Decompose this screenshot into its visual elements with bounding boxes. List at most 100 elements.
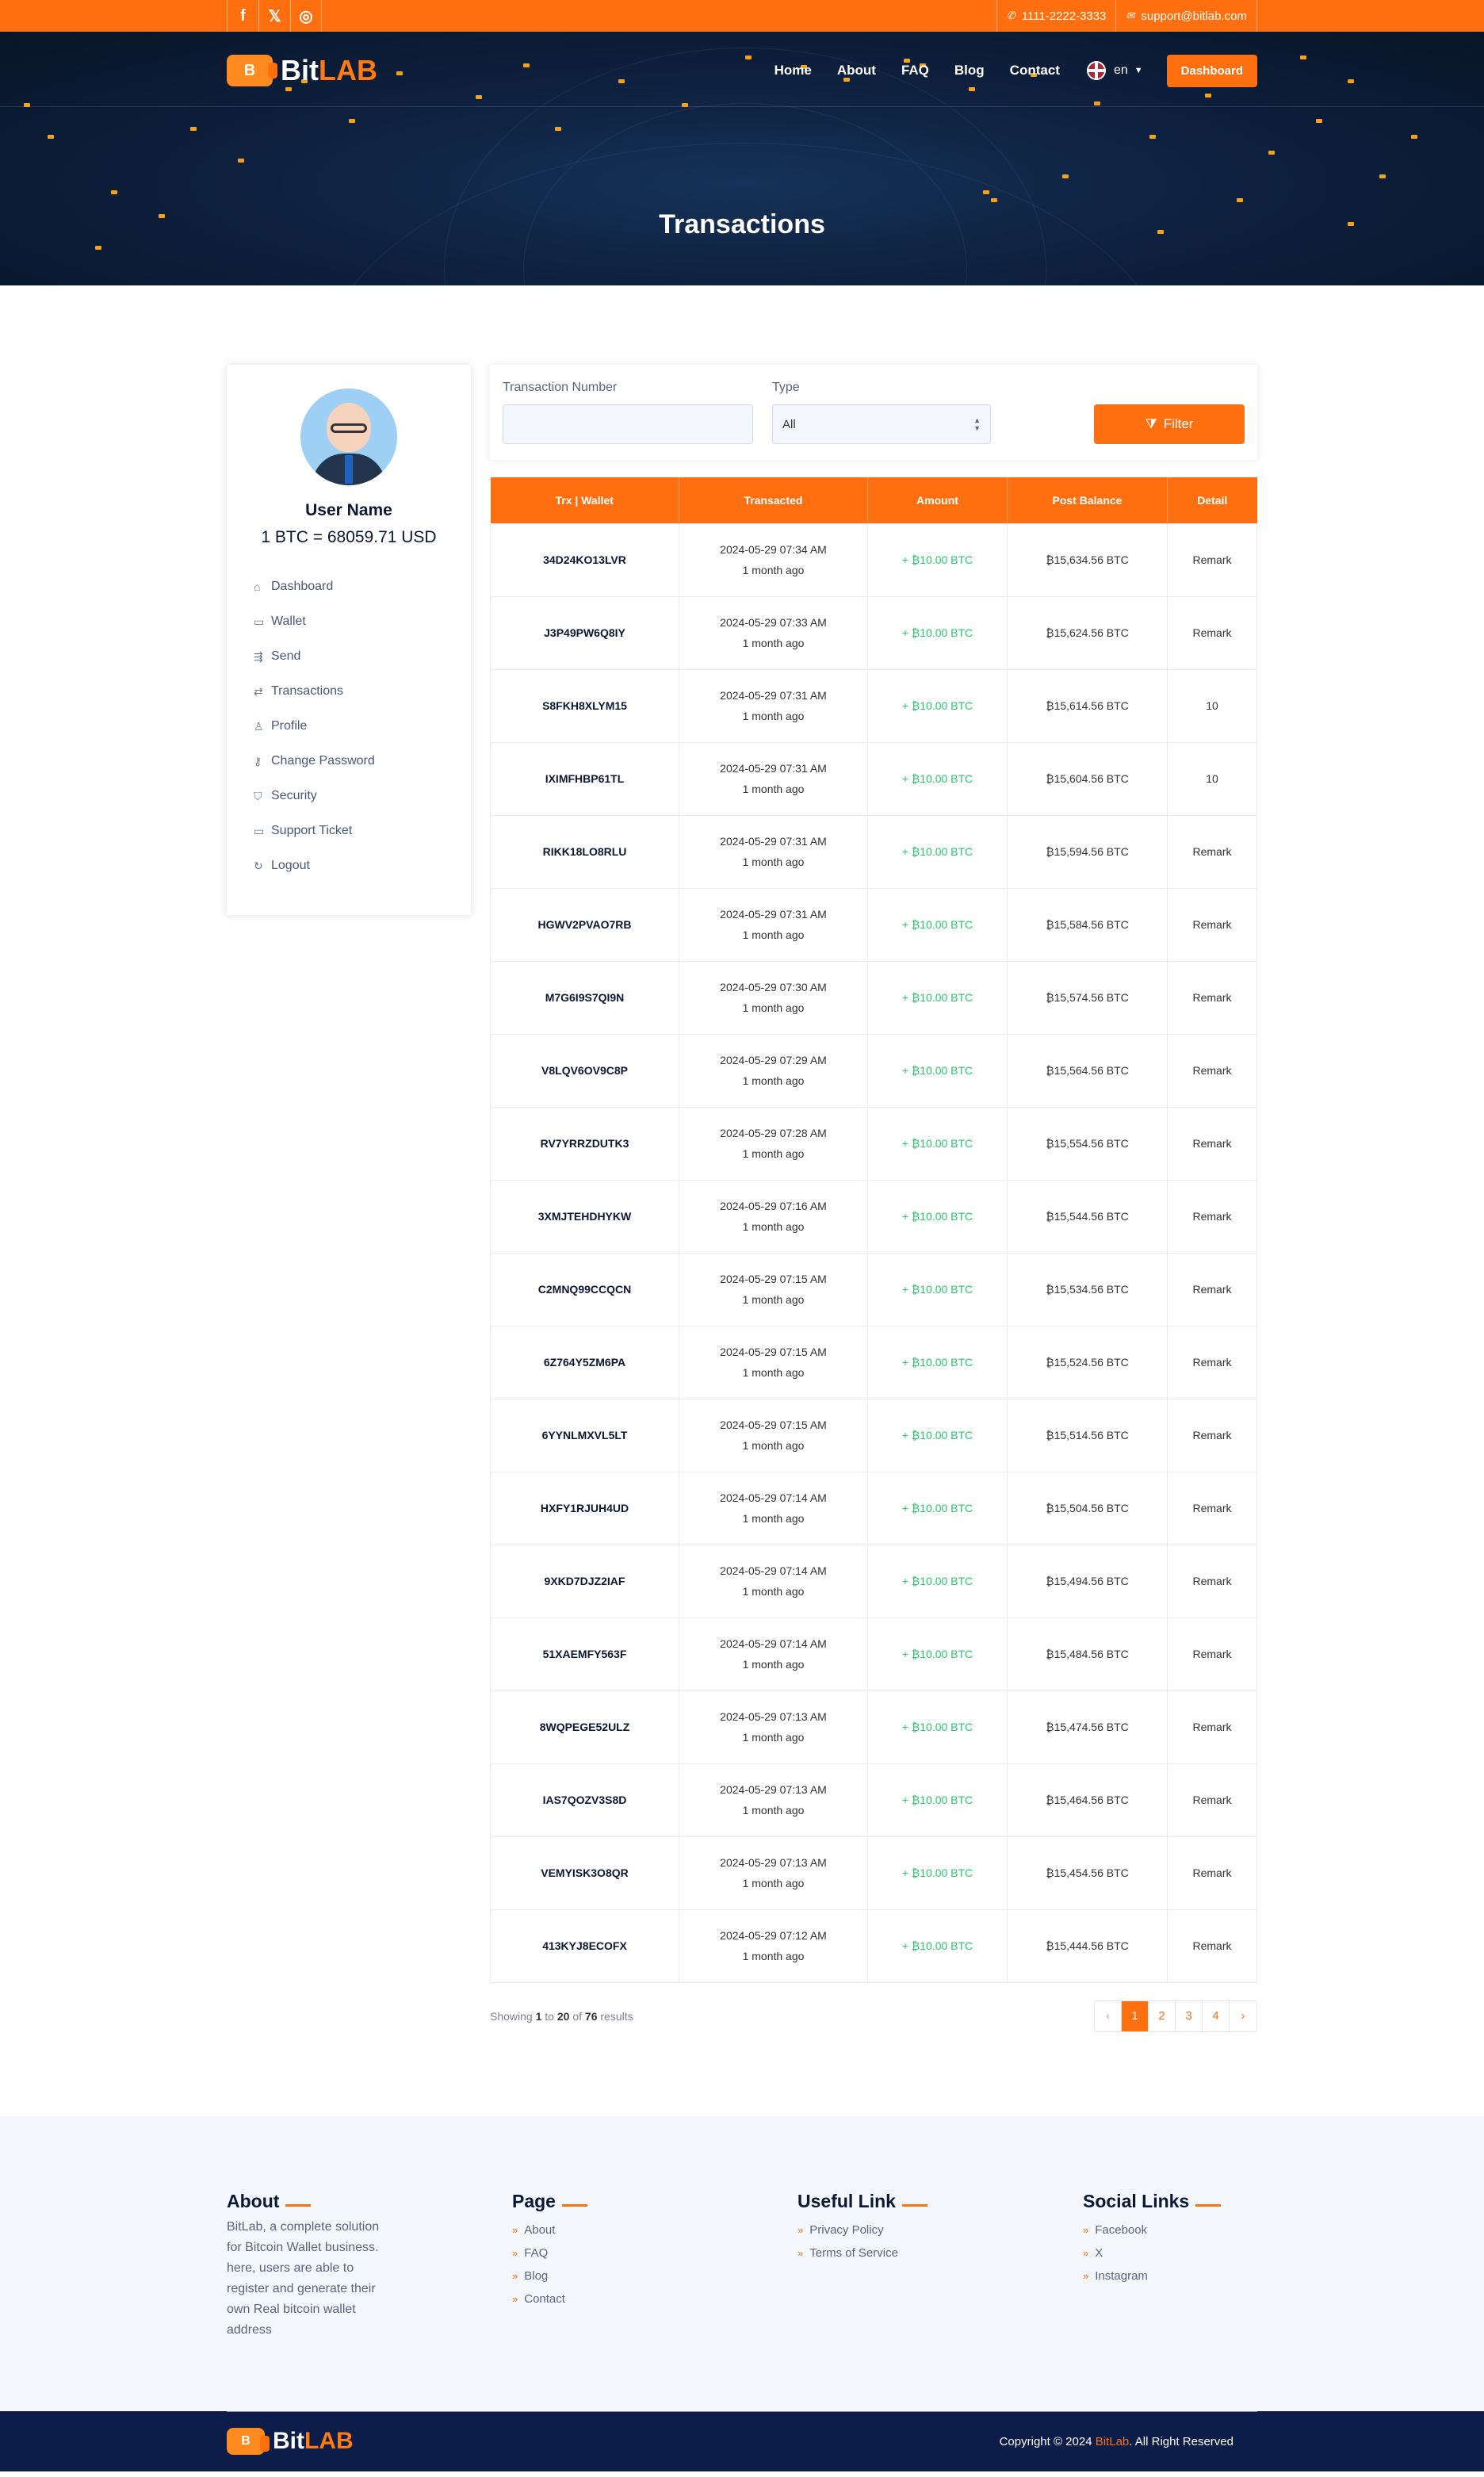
trx-id: 34D24KO13LVR bbox=[543, 553, 626, 566]
post-balance-cell: ₿15,554.56 BTC bbox=[1007, 1106, 1168, 1181]
sidebar-item-wallet[interactable]: ▭ Wallet bbox=[254, 604, 471, 639]
sidebar-item-label: Logout bbox=[271, 859, 310, 872]
page-3-button[interactable]: 3 bbox=[1176, 2000, 1203, 2031]
nav-menu: Home About FAQ Blog Contact en ▼ Dashboa… bbox=[749, 51, 1257, 90]
instagram-icon[interactable]: ◎ bbox=[290, 0, 322, 32]
x-twitter-icon[interactable]: 𝕏 bbox=[258, 0, 290, 32]
amount-cell: + ₿10.00 BTC bbox=[867, 1325, 1008, 1399]
facebook-icon[interactable]: f bbox=[227, 0, 258, 32]
footer-link-label: Instagram bbox=[1095, 2268, 1148, 2283]
col-header-amount: Amount bbox=[867, 477, 1008, 523]
transacted-cell: 2024-05-29 07:31 AM 1 month ago bbox=[679, 814, 868, 889]
sidebar-item-security[interactable]: ⛉ Security bbox=[254, 779, 471, 814]
trx-datetime: 2024-05-29 07:14 AM bbox=[720, 1637, 827, 1650]
transacted-cell: 2024-05-29 07:13 AM 1 month ago bbox=[679, 1836, 868, 1910]
next-page-button[interactable]: › bbox=[1230, 2001, 1256, 2031]
type-select[interactable]: All ▲ ▼ bbox=[772, 404, 991, 444]
trx-relative-time: 1 month ago bbox=[742, 783, 805, 795]
trx-amount: + ₿10.00 BTC bbox=[901, 991, 973, 1004]
page-2-button[interactable]: 2 bbox=[1149, 2000, 1176, 2031]
decorative-dot bbox=[1268, 151, 1275, 155]
sidebar-item-logout[interactable]: ↻ Logout bbox=[254, 848, 471, 883]
trx-relative-time: 1 month ago bbox=[742, 1950, 805, 1962]
nav-blog[interactable]: Blog bbox=[954, 63, 985, 78]
footer-social-x[interactable]: » X bbox=[1083, 2246, 1257, 2260]
transacted-cell: 2024-05-29 07:15 AM 1 month ago bbox=[679, 1252, 868, 1327]
trx-detail: Remark bbox=[1192, 1794, 1232, 1806]
sidebar-item-support-ticket[interactable]: ▭ Support Ticket bbox=[254, 814, 471, 848]
trx-amount: + ₿10.00 BTC bbox=[901, 1429, 973, 1441]
footer-social-facebook[interactable]: » Facebook bbox=[1083, 2223, 1257, 2237]
hero-banner: B Bit LAB Home About FAQ Blog Contact en … bbox=[0, 32, 1484, 285]
trx-number-input[interactable] bbox=[503, 404, 753, 444]
page-1-button[interactable]: 1 bbox=[1122, 2000, 1149, 2031]
sidebar-item-label: Change Password bbox=[271, 754, 375, 768]
email-contact[interactable]: ✉ support@bitlab.com bbox=[1115, 0, 1257, 32]
language-code: en bbox=[1113, 63, 1128, 77]
envelope-icon: ✉ bbox=[1126, 10, 1135, 21]
trx-detail: Remark bbox=[1192, 1939, 1232, 1952]
brand-logo[interactable]: B Bit LAB bbox=[227, 51, 377, 90]
trx-amount: + ₿10.00 BTC bbox=[901, 1939, 973, 1952]
post-balance-cell: ₿15,584.56 BTC bbox=[1007, 887, 1168, 962]
footer-link-about[interactable]: » About bbox=[512, 2223, 797, 2237]
post-balance-cell: ₿15,464.56 BTC bbox=[1007, 1763, 1168, 1837]
footer-useful-title: Useful Link bbox=[797, 2191, 1083, 2212]
double-chevron-right-icon: » bbox=[1083, 2246, 1089, 2259]
trx-cell: J3P49PW6Q8IY bbox=[490, 595, 679, 670]
select-arrow-icon: ▲ ▼ bbox=[973, 416, 981, 432]
sidebar-item-profile[interactable]: ♙ Profile bbox=[254, 709, 471, 744]
filter-button[interactable]: ⧩ Filter bbox=[1094, 404, 1245, 444]
main-nav: B Bit LAB Home About FAQ Blog Contact en … bbox=[227, 51, 1257, 90]
trx-post-balance: ₿15,584.56 BTC bbox=[1046, 918, 1129, 931]
trx-datetime: 2024-05-29 07:28 AM bbox=[720, 1127, 827, 1139]
table-row: C2MNQ99CCQCN 2024-05-29 07:15 AM 1 month a… bbox=[490, 1252, 1257, 1327]
trx-post-balance: ₿15,534.56 BTC bbox=[1046, 1283, 1129, 1296]
amount-cell: + ₿10.00 BTC bbox=[867, 1106, 1008, 1181]
trx-id: 6Z764Y5ZM6PA bbox=[543, 1356, 626, 1369]
footer-social-links: Social Links » Facebook» X» Instagram bbox=[1083, 2191, 1257, 2341]
phone-contact[interactable]: ✆ 1111-2222-3333 bbox=[996, 0, 1116, 32]
nav-about[interactable]: About bbox=[837, 63, 876, 78]
copyright-brand-link[interactable]: BitLab bbox=[1096, 2435, 1130, 2448]
transacted-cell: 2024-05-29 07:15 AM 1 month ago bbox=[679, 1398, 868, 1472]
sidebar-item-dashboard[interactable]: ⌂ Dashboard bbox=[254, 569, 471, 604]
home-icon: ⌂ bbox=[254, 580, 261, 593]
footer-link-faq[interactable]: » FAQ bbox=[512, 2246, 797, 2260]
table-row: 6YYNLMXVL5LT 2024-05-29 07:15 AM 1 month a… bbox=[490, 1398, 1257, 1472]
sidebar-item-send[interactable]: ⇶ Send bbox=[254, 639, 471, 674]
footer-logo[interactable]: B Bit LAB bbox=[227, 2421, 354, 2461]
language-selector[interactable]: en ▼ bbox=[1086, 61, 1143, 80]
nav-faq[interactable]: FAQ bbox=[901, 63, 929, 78]
nav-home[interactable]: Home bbox=[775, 63, 812, 78]
nav-contact[interactable]: Contact bbox=[1010, 63, 1060, 78]
trx-relative-time: 1 month ago bbox=[742, 1585, 805, 1598]
footer-link-blog[interactable]: » Blog bbox=[512, 2269, 797, 2283]
footer-link-contact[interactable]: » Contact bbox=[512, 2292, 797, 2306]
footer-link-terms-of-service[interactable]: » Terms of Service bbox=[797, 2246, 1083, 2260]
trx-datetime: 2024-05-29 07:34 AM bbox=[720, 543, 827, 556]
table-row: VEMYISK3O8QR 2024-05-29 07:13 AM 1 month a… bbox=[490, 1836, 1257, 1910]
post-balance-cell: ₿15,524.56 BTC bbox=[1007, 1325, 1168, 1399]
sidebar-item-transactions[interactable]: ⇄ Transactions bbox=[254, 674, 471, 709]
dashboard-button[interactable]: Dashboard bbox=[1166, 54, 1257, 87]
page-4-button[interactable]: 4 bbox=[1203, 2000, 1230, 2031]
footer-page-title: Page bbox=[512, 2191, 797, 2212]
trx-cell: RV7YRRZDUTK3 bbox=[490, 1106, 679, 1181]
sidebar-item-change-password[interactable]: ⚷ Change Password bbox=[254, 744, 471, 779]
trx-relative-time: 1 month ago bbox=[742, 710, 805, 722]
footer-social-instagram[interactable]: » Instagram bbox=[1083, 2269, 1257, 2283]
trx-datetime: 2024-05-29 07:31 AM bbox=[720, 689, 827, 702]
prev-page-button[interactable]: ‹ bbox=[1095, 2000, 1122, 2031]
trx-post-balance: ₿15,574.56 BTC bbox=[1046, 991, 1129, 1004]
post-balance-cell: ₿15,534.56 BTC bbox=[1007, 1252, 1168, 1327]
avatar-glasses bbox=[331, 423, 367, 433]
trx-amount: + ₿10.00 BTC bbox=[901, 845, 973, 858]
footer-logo-lab: LAB bbox=[304, 2428, 354, 2454]
footer-link-privacy-policy[interactable]: » Privacy Policy bbox=[797, 2223, 1083, 2237]
post-balance-cell: ₿15,564.56 BTC bbox=[1007, 1033, 1168, 1108]
table-row: J3P49PW6Q8IY 2024-05-29 07:33 AM 1 month a… bbox=[490, 595, 1257, 670]
amount-cell: + ₿10.00 BTC bbox=[867, 887, 1008, 962]
type-label: Type bbox=[772, 381, 800, 394]
trx-amount: + ₿10.00 BTC bbox=[901, 1502, 973, 1514]
